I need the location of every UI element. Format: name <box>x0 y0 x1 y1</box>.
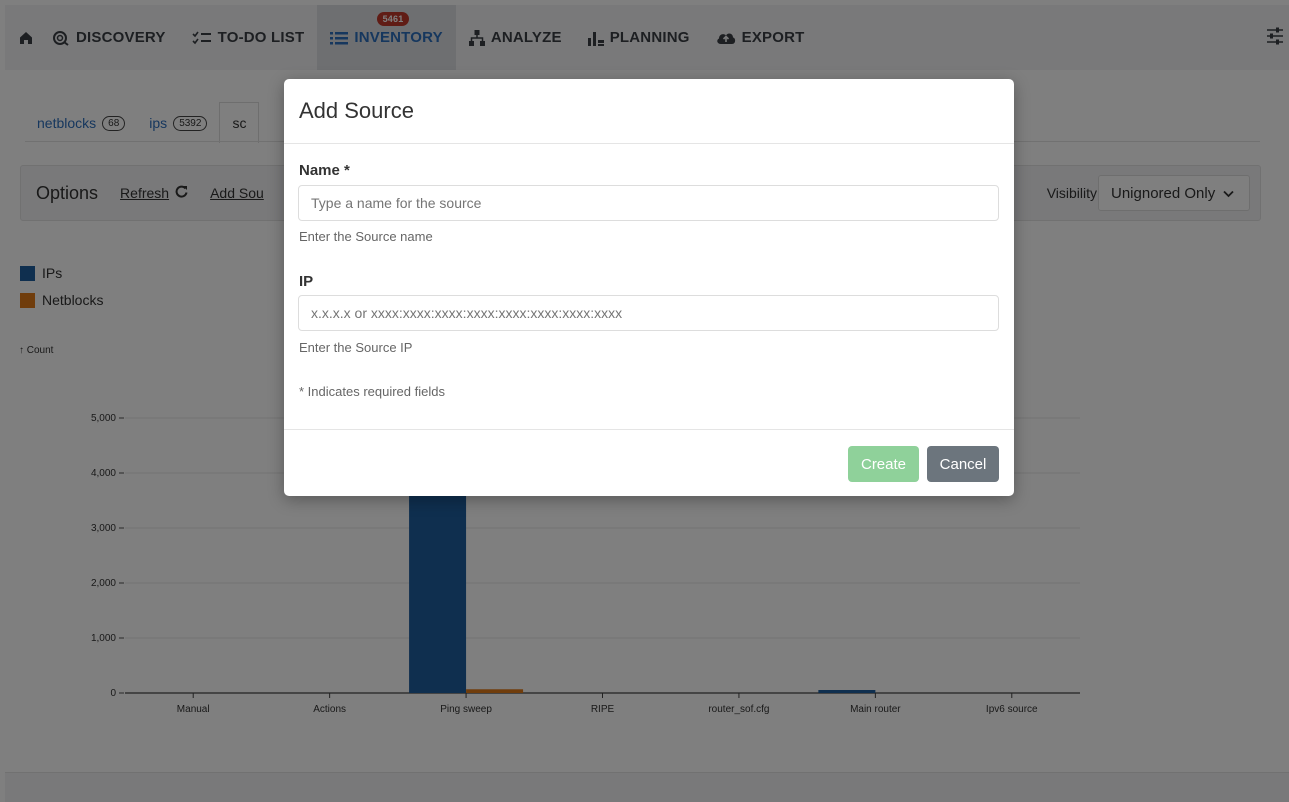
create-button[interactable]: Create <box>848 446 919 482</box>
cancel-button[interactable]: Cancel <box>927 446 999 482</box>
ip-input[interactable] <box>298 295 999 331</box>
name-input[interactable] <box>298 185 999 221</box>
ip-label: IP <box>299 273 314 290</box>
name-label: Name * <box>299 162 350 179</box>
modal-footer: Create Cancel <box>284 429 1014 496</box>
add-source-modal: Add Source Name * Enter the Source name … <box>284 79 1014 496</box>
ip-help: Enter the Source IP <box>299 340 413 355</box>
required-fields-note: * Indicates required fields <box>299 384 445 399</box>
modal-title: Add Source <box>299 98 414 123</box>
name-help: Enter the Source name <box>299 229 433 244</box>
modal-header: Add Source <box>284 79 1014 144</box>
